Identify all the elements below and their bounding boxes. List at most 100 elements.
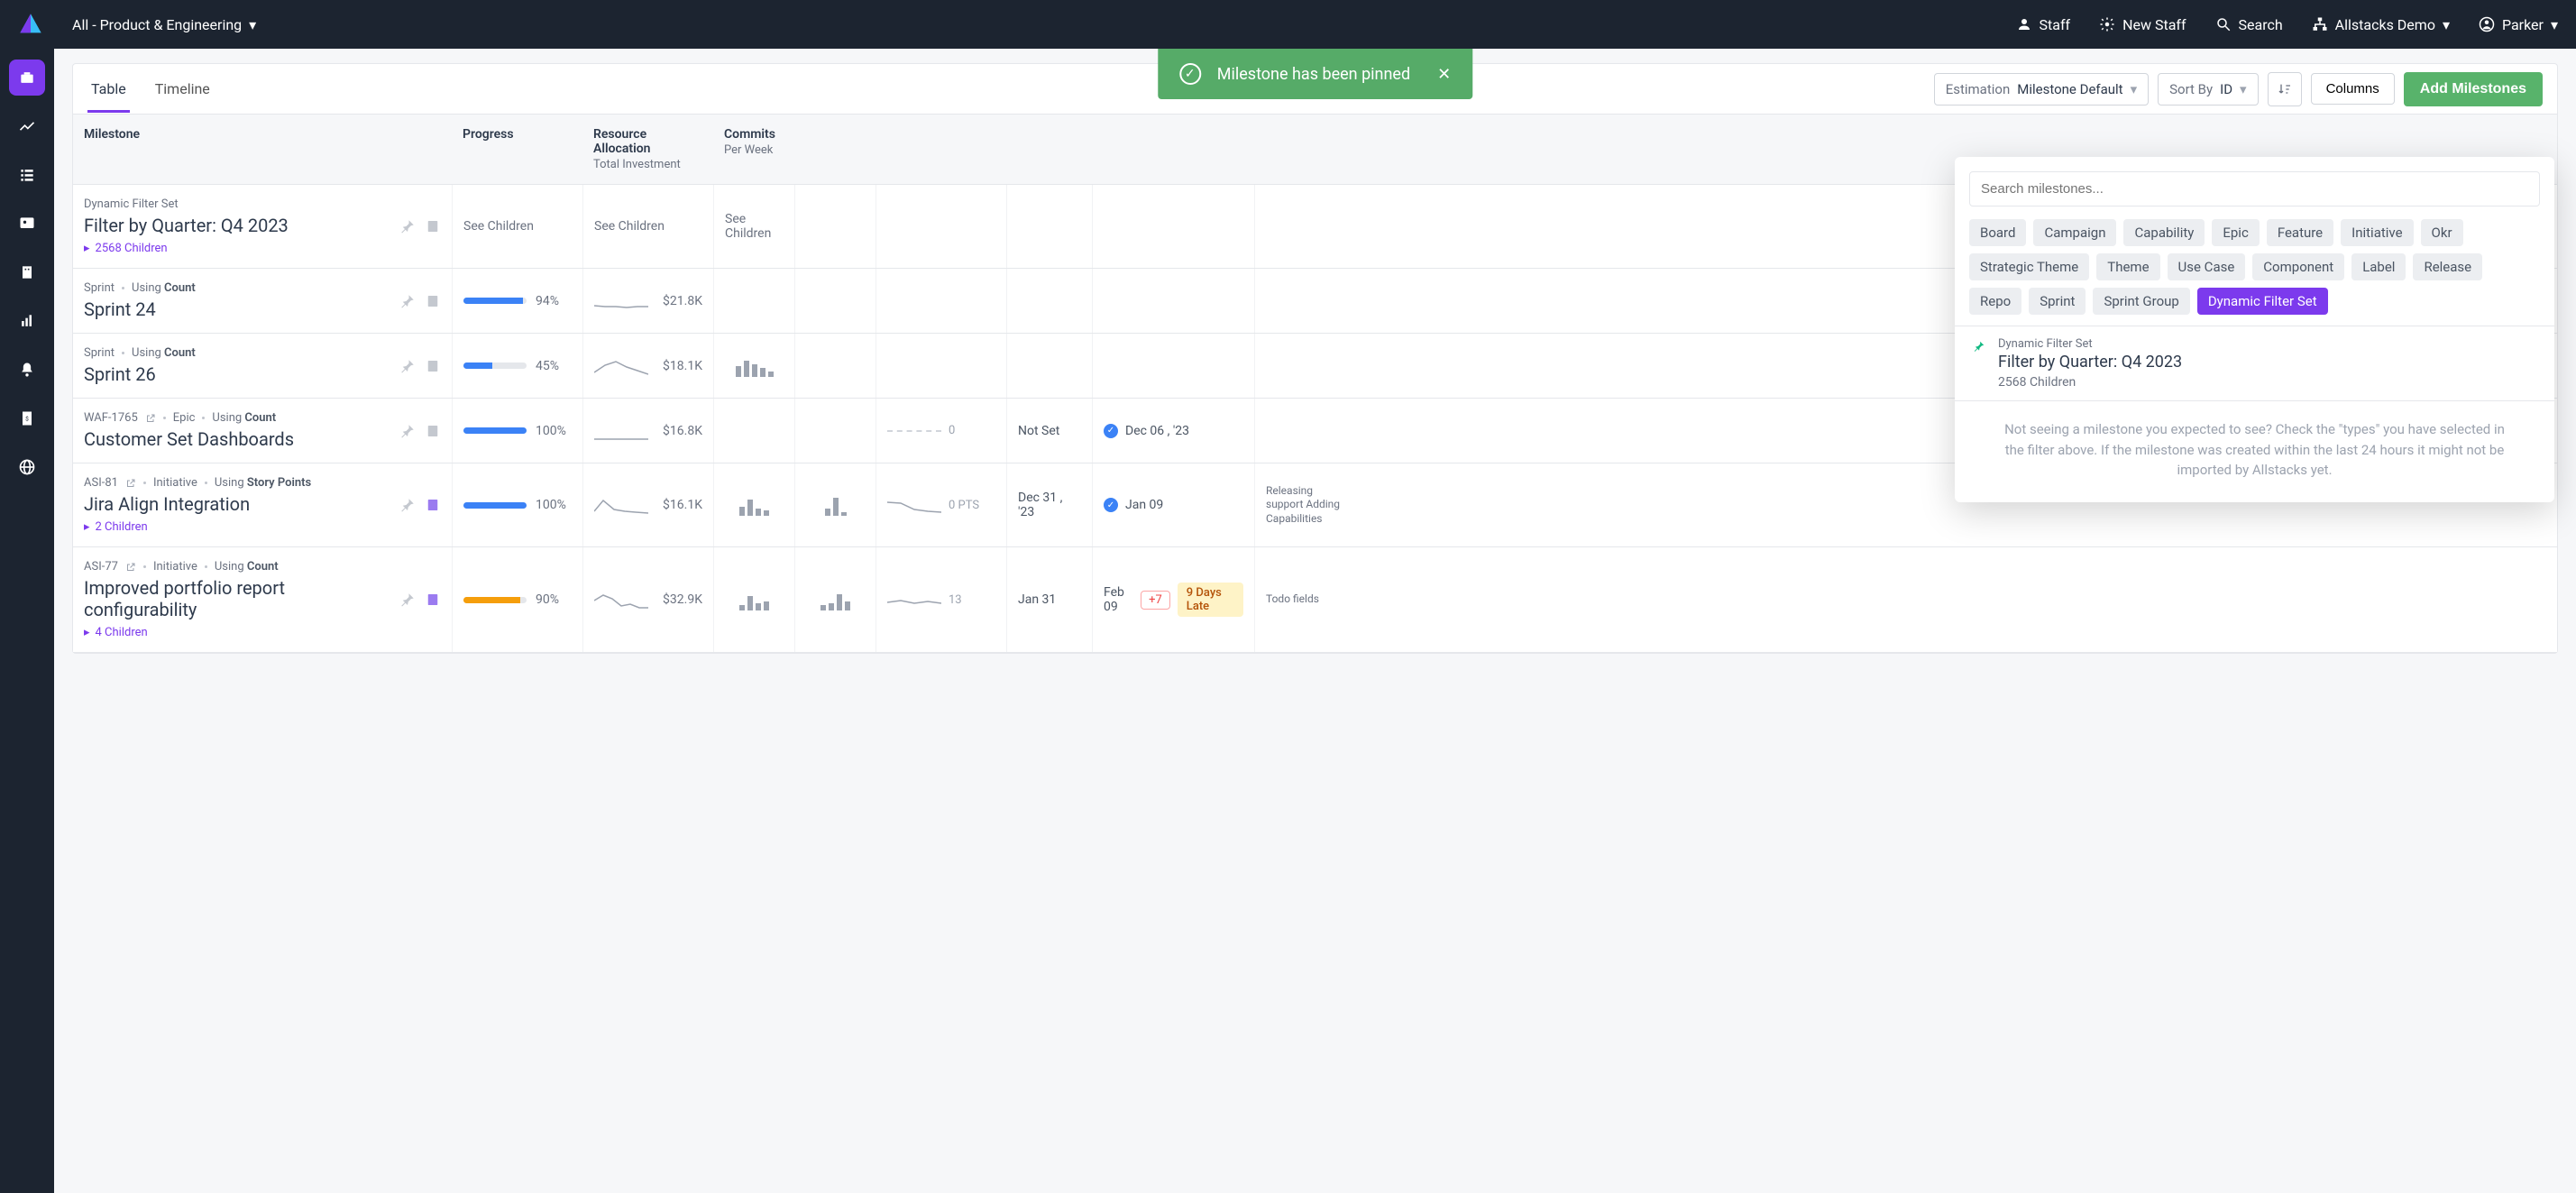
sort-value: ID [2220,81,2232,97]
add-milestones-button[interactable]: Add Milestones [2404,72,2543,106]
milestone-search-input[interactable] [1969,171,2540,206]
milestone-key[interactable]: WAF-1765 [84,411,138,425]
see-children-text: See Children [463,219,572,234]
scope-value: 13 [949,593,962,607]
estimation-select[interactable]: Estimation Milestone Default ▾ [1934,73,2149,106]
filter-chip[interactable]: Repo [1969,288,2021,315]
pin-button[interactable] [399,497,416,513]
milestone-key[interactable]: ASI-81 [84,476,118,490]
sidebar: $ [0,49,54,1193]
sidebar-reports[interactable]: $ [9,400,45,436]
sidebar-alerts[interactable] [9,352,45,388]
note-button[interactable] [425,358,441,374]
filter-chip[interactable]: Label [2351,253,2406,280]
target-date: Dec 31 , '23 [1006,463,1092,546]
chevron-down-icon: ▾ [249,16,256,33]
search-result-item[interactable]: Dynamic Filter Set Filter by Quarter: Q4… [1955,326,2554,401]
scope-value: 0 PTS [949,499,979,512]
sort-icon [2278,82,2292,96]
pin-button[interactable] [399,592,416,608]
col-milestone[interactable]: Milestone [73,115,452,184]
external-link-icon[interactable] [125,478,136,489]
filter-chip[interactable]: Capability [2123,219,2205,246]
note-button[interactable] [425,497,441,513]
filter-chip[interactable]: Sprint [2029,288,2086,315]
children-toggle[interactable]: ▸ 2 Children [84,520,389,534]
check-icon: ✓ [1104,498,1118,512]
chevron-down-icon: ▾ [2551,16,2558,33]
svg-text:$: $ [25,416,29,423]
summary-text: Releasing support Adding Capabilities [1266,484,1352,527]
note-button[interactable] [425,218,441,234]
tab-table[interactable]: Table [87,66,130,112]
filter-chip[interactable]: Feature [2267,219,2333,246]
filter-chip[interactable]: Dynamic Filter Set [2197,288,2328,315]
milestone-name[interactable]: Improved portfolio report configurabilit… [84,577,389,620]
pin-button[interactable] [399,218,416,234]
filter-chip[interactable]: Epic [2212,219,2259,246]
children-toggle[interactable]: ▸ 4 Children [84,626,389,639]
pin-button[interactable] [399,293,416,309]
milestone-name[interactable]: Filter by Quarter: Q4 2023 [84,215,389,236]
filter-chip[interactable]: Theme [2096,253,2159,280]
team-selector[interactable]: All - Product & Engineering ▾ [72,16,256,33]
chevron-down-icon: ▾ [2131,81,2138,97]
milestone-name[interactable]: Jira Align Integration [84,493,389,515]
sidebar-building[interactable] [9,254,45,290]
sort-select[interactable]: Sort By ID ▾ [2158,73,2258,106]
filter-chip[interactable]: Board [1969,219,2026,246]
resource-value: $18.1K [663,359,702,373]
milestone-estimation: Using Count [132,281,196,295]
sidebar-globe[interactable] [9,449,45,485]
children-toggle[interactable]: ▸ 2568 Children [84,242,389,255]
filter-chip[interactable]: Campaign [2033,219,2116,246]
sidebar-list[interactable] [9,157,45,193]
user-icon [2016,16,2032,32]
sort-direction-button[interactable] [2268,72,2302,106]
filter-chip[interactable]: Use Case [2168,253,2246,280]
filter-chip[interactable]: Okr [2421,219,2463,246]
nav-demo[interactable]: Allstacks Demo ▾ [2312,16,2450,33]
milestone-type: Sprint [84,281,115,295]
external-link-icon[interactable] [125,562,136,573]
milestone-name[interactable]: Sprint 26 [84,363,389,385]
sidebar-analytics[interactable] [9,303,45,339]
note-button[interactable] [425,293,441,309]
nav-new-staff[interactable]: New Staff [2099,16,2186,33]
col-progress[interactable]: Progress [452,115,582,184]
filter-chip[interactable]: Strategic Theme [1969,253,2089,280]
commits-chart [713,334,794,398]
toast-close-button[interactable]: ✕ [1437,65,1451,84]
see-children-text: See Children [594,219,702,234]
pin-button[interactable] [399,423,416,439]
nav-user[interactable]: Parker ▾ [2479,16,2558,33]
note-button[interactable] [425,592,441,608]
pin-button[interactable] [399,358,416,374]
filter-chip[interactable]: Release [2413,253,2482,280]
sidebar-portfolio[interactable] [9,60,45,96]
chevron-down-icon: ▾ [2240,81,2247,97]
external-link-icon[interactable] [145,413,156,424]
milestone-name[interactable]: Customer Set Dashboards [84,428,389,450]
nav-search[interactable]: Search [2215,16,2283,33]
filter-chip[interactable]: Component [2252,253,2344,280]
filter-chip[interactable]: Sprint Group [2093,288,2189,315]
note-button[interactable] [425,423,441,439]
sidebar-metrics[interactable] [9,108,45,144]
milestone-type: Initiative [153,476,197,490]
milestone-name[interactable]: Sprint 24 [84,298,389,320]
columns-button[interactable]: Columns [2311,73,2395,105]
nav-user-label: Parker [2502,16,2544,33]
nav-staff[interactable]: Staff [2016,16,2071,33]
milestone-key[interactable]: ASI-77 [84,560,118,574]
col-commits[interactable]: Commits Per Week [713,115,794,184]
col-resource[interactable]: Resource Allocation Total Investment [582,115,713,184]
progress-value: 90% [536,592,559,607]
sidebar-people[interactable] [9,206,45,242]
chevron-down-icon: ▾ [2443,16,2450,33]
tab-timeline[interactable]: Timeline [151,66,214,112]
filter-chip[interactable]: Initiative [2341,219,2413,246]
commits-chart [713,463,794,546]
nav-demo-label: Allstacks Demo [2335,16,2435,33]
result-title: Filter by Quarter: Q4 2023 [1998,353,2182,372]
